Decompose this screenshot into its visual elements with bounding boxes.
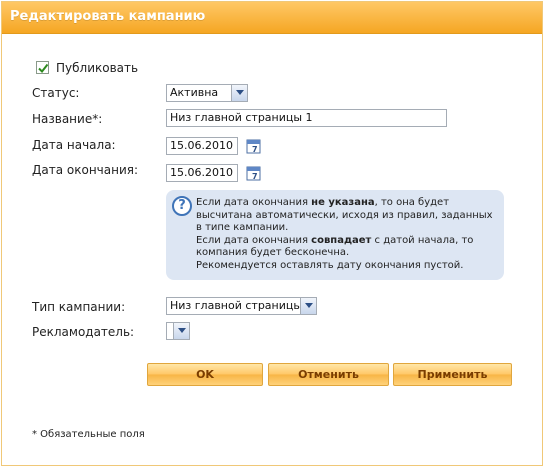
dialog-title: Редактировать кампанию: [10, 9, 206, 24]
help-text-bold: совпадает: [311, 234, 372, 246]
name-label: Название*:: [32, 112, 103, 126]
status-select-value: Активна: [170, 86, 219, 99]
chevron-down-icon: [173, 323, 189, 339]
publish-label: Публиковать: [56, 61, 139, 75]
svg-text:7: 7: [252, 145, 258, 154]
chevron-down-icon: [231, 85, 247, 101]
advertiser-label: Рекламодатель:: [32, 325, 135, 339]
dialog-titlebar: Редактировать кампанию: [2, 2, 542, 34]
help-text-part: Если дата окончания: [196, 234, 312, 246]
ok-button[interactable]: OK: [147, 363, 263, 386]
calendar-icon[interactable]: 7: [246, 165, 262, 181]
end-date-input[interactable]: 15.06.2010: [166, 164, 238, 182]
cancel-button[interactable]: Отменить: [268, 363, 389, 386]
start-date-input[interactable]: 15.06.2010: [166, 137, 238, 155]
chevron-down-icon: [300, 298, 316, 314]
end-date-help-text: Если дата окончания не указана, то она б…: [196, 197, 496, 272]
name-input[interactable]: Низ главной страницы 1: [166, 109, 447, 127]
required-fields-note: * Обязательные поля: [32, 429, 145, 440]
start-date-label: Дата начала:: [32, 138, 116, 152]
help-text-part: Если дата окончания: [196, 197, 312, 208]
apply-button[interactable]: Применить: [393, 363, 512, 386]
help-text-part: Рекомендуется оставлять дату окончания п…: [196, 259, 464, 271]
help-text-bold: не указана: [311, 197, 375, 208]
status-label: Статус:: [32, 86, 80, 100]
edit-campaign-dialog: Редактировать кампанию Публиковать Стату…: [1, 1, 543, 466]
end-date-help-box: ? Если дата окончания не указана, то она…: [166, 190, 504, 280]
end-date-label: Дата окончания:: [32, 163, 139, 177]
question-icon: ?: [172, 196, 192, 216]
advertiser-select[interactable]: [166, 322, 190, 340]
campaign-type-select-value: Низ главной страницы 1: [170, 299, 313, 312]
svg-text:7: 7: [252, 172, 258, 181]
status-select[interactable]: Активна: [166, 84, 248, 102]
campaign-type-select[interactable]: Низ главной страницы 1: [166, 297, 317, 315]
calendar-icon[interactable]: 7: [246, 138, 262, 154]
check-icon: [38, 63, 49, 74]
publish-checkbox[interactable]: [36, 61, 49, 74]
campaign-type-label: Тип кампании:: [32, 300, 126, 314]
